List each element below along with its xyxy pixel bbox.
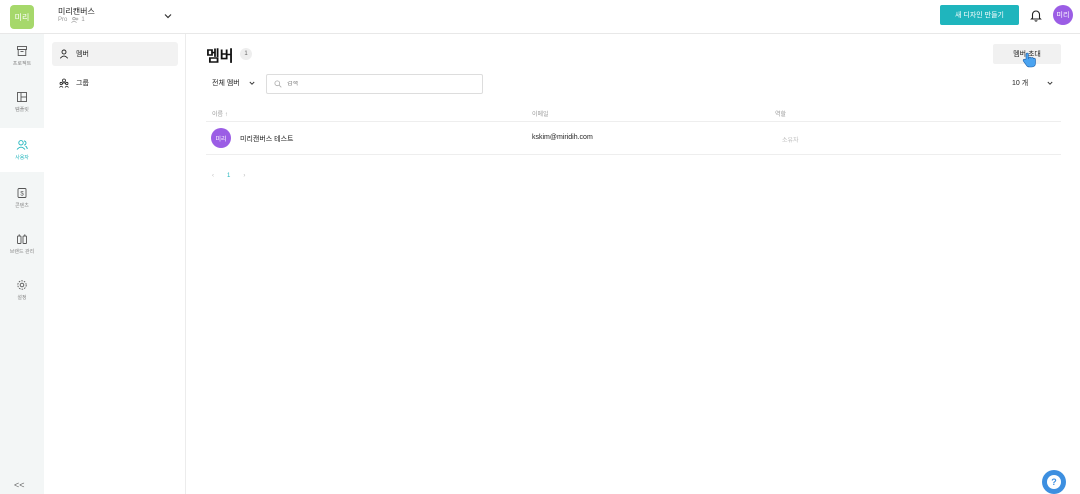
workspace-member-count: 1 xyxy=(81,17,85,23)
table-row[interactable]: 미리 미리캔버스 테스트 kskim@miridih.com 소유자 xyxy=(206,122,1061,155)
archive-icon xyxy=(17,46,27,56)
workspace-name[interactable]: 미리캔버스 xyxy=(58,6,95,17)
content-icon: $ xyxy=(17,188,27,198)
submenu-label-members: 멤버 xyxy=(76,51,89,58)
column-header-email[interactable]: 이메일 xyxy=(532,109,549,118)
member-filter-select[interactable]: 전체 멤버 xyxy=(212,78,256,88)
rail-label-settings: 설정 xyxy=(17,295,27,301)
rail-label-brand: 브랜드 관리 xyxy=(9,249,35,255)
workspace-logo[interactable]: 미리 xyxy=(10,5,34,29)
collapse-rail-button[interactable]: << xyxy=(14,480,25,490)
page-size-select[interactable]: 10 개 xyxy=(1012,78,1054,88)
workspace-plan: Pro xyxy=(58,17,68,23)
rail-item-projects[interactable]: 프로젝트 xyxy=(0,34,44,78)
member-filter-label: 전체 멤버 xyxy=(212,80,240,87)
rail-label-content: 콘텐츠 xyxy=(15,203,29,209)
submenu-label-groups: 그룹 xyxy=(76,80,89,87)
pagination-page-1[interactable]: 1 xyxy=(227,173,230,179)
chevron-down-icon[interactable] xyxy=(162,10,174,22)
top-bar: 미리 미리캔버스 Pro 1 새 디자인 만들기 미리 xyxy=(0,0,1080,34)
member-email: kskim@miridih.com xyxy=(532,134,593,141)
workspace-members: 1 xyxy=(71,17,85,23)
submenu-item-groups[interactable]: 그룹 xyxy=(52,71,178,95)
hand-cursor-icon xyxy=(1022,52,1036,68)
rail-label-users: 사용자 xyxy=(15,155,29,161)
page-size-label: 10 개 xyxy=(1012,80,1029,87)
gear-icon xyxy=(17,280,27,290)
search-field[interactable] xyxy=(266,74,483,94)
person-icon xyxy=(59,49,69,59)
rail-item-settings[interactable]: 설정 xyxy=(0,268,44,312)
new-design-button[interactable]: 새 디자인 만들기 xyxy=(940,5,1019,25)
people-icon xyxy=(71,17,79,23)
pagination-next[interactable]: › xyxy=(243,173,245,179)
column-header-role[interactable]: 역할 xyxy=(775,109,786,118)
search-input[interactable] xyxy=(287,81,467,87)
pagination: ‹ 1 › xyxy=(212,173,245,179)
left-rail: 프로젝트 템플릿 사용자 $ 콘텐츠 브랜드 관리 설정 << xyxy=(0,34,44,494)
rail-label-templates: 템플릿 xyxy=(15,107,29,113)
members-table-header: 이름 ↑ 이메일 역할 xyxy=(206,102,1061,122)
brand-icon xyxy=(17,234,27,244)
bell-icon[interactable] xyxy=(1029,8,1043,22)
rail-item-content[interactable]: $ 콘텐츠 xyxy=(0,176,44,220)
submenu-panel: 멤버 그룹 xyxy=(44,34,186,494)
users-icon xyxy=(16,140,28,150)
pagination-prev[interactable]: ‹ xyxy=(212,173,214,179)
rail-item-users[interactable]: 사용자 xyxy=(0,128,44,172)
layout-icon xyxy=(17,92,27,102)
rail-item-templates[interactable]: 템플릿 xyxy=(0,80,44,124)
rail-item-brand[interactable]: 브랜드 관리 xyxy=(0,222,44,266)
help-button[interactable]: ? xyxy=(1042,470,1066,494)
chevron-down-icon xyxy=(1047,81,1053,85)
question-icon: ? xyxy=(1047,475,1061,489)
submenu-item-members[interactable]: 멤버 xyxy=(52,42,178,66)
page-title: 멤버 xyxy=(206,48,234,65)
group-icon xyxy=(59,78,69,88)
member-avatar: 미리 xyxy=(211,128,231,148)
member-count-badge: 1 xyxy=(240,48,252,60)
chevron-down-icon xyxy=(249,81,255,85)
member-role: 소유자 xyxy=(782,138,799,144)
column-header-name[interactable]: 이름 ↑ xyxy=(212,109,228,118)
search-icon xyxy=(274,80,282,88)
workspace-meta: Pro 1 xyxy=(58,17,85,23)
member-name: 미리캔버스 테스트 xyxy=(240,136,294,143)
svg-text:$: $ xyxy=(20,192,24,198)
main-content: 멤버 1 멤버 초대 전체 멤버 10 개 이름 ↑ 이메일 역할 미리 미리캔… xyxy=(186,34,1080,494)
rail-label-projects: 프로젝트 xyxy=(12,61,32,67)
user-avatar[interactable]: 미리 xyxy=(1053,5,1073,25)
